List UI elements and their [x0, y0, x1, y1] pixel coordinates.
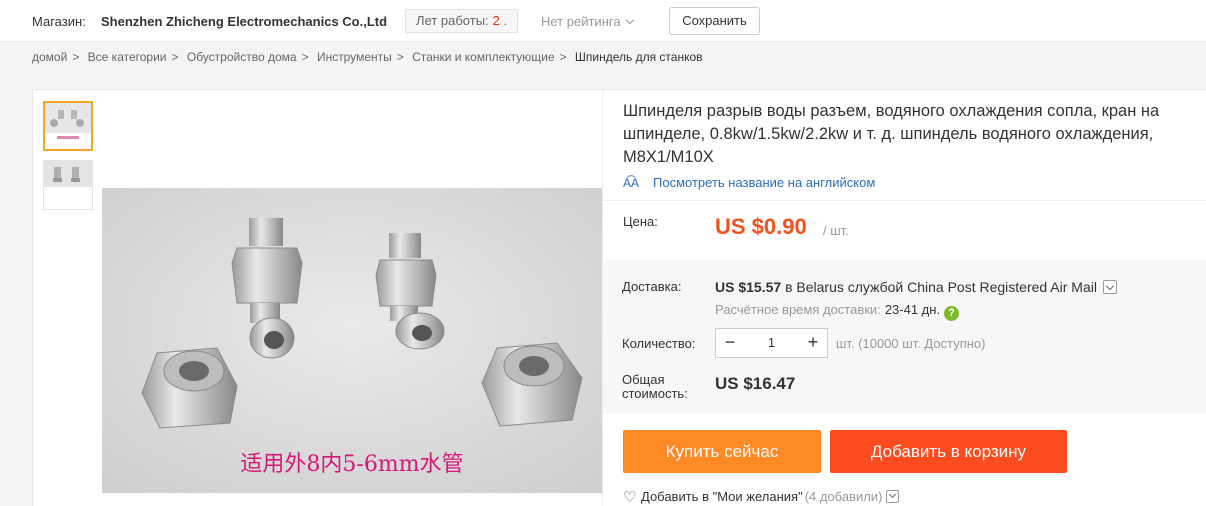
shipping-label: Доставка: [622, 279, 682, 294]
chevron-down-icon[interactable] [1102, 280, 1117, 294]
breadcrumb-current[interactable]: Шпиндель для станков [575, 50, 703, 64]
store-years-badge: Лет работы: 2 . [405, 9, 519, 33]
store-label: Магазин: [32, 14, 86, 29]
breadcrumb-separator: > [171, 50, 179, 64]
chevron-down-icon[interactable] [886, 490, 900, 503]
price-label: Цена: [623, 214, 658, 229]
breadcrumb: домой > Все категории > Обустройство дома >… [32, 50, 703, 64]
breadcrumb-home[interactable]: домой [32, 50, 67, 64]
price-row: Цена: US $0.90 / шт. [603, 200, 1206, 260]
product-main-image: 适用外8内5-6mm水管 [102, 188, 602, 493]
thumbnail-2-image [44, 161, 92, 209]
add-to-cart-button[interactable]: Добавить в корзину [830, 430, 1067, 473]
plus-icon[interactable]: + [799, 329, 827, 357]
quantity-input[interactable]: 1 [744, 329, 799, 357]
help-icon[interactable]: ? [944, 306, 960, 321]
total-label-line2: стоимость: [622, 386, 688, 401]
years-value: 2 . [492, 13, 508, 28]
save-store-button[interactable]: Сохранить [669, 7, 760, 35]
delivery-time: Расчётное время доставки: 23-41 дн.? [715, 302, 960, 321]
breadcrumb-separator: > [301, 50, 309, 64]
heart-icon: ♡ [623, 489, 637, 506]
total-label: Общая стоимость: [622, 373, 688, 401]
order-options: Доставка: US $15.57 в Belarus службой Ch… [603, 260, 1206, 414]
store-rating-dropdown[interactable]: Нет рейтинга [541, 14, 634, 29]
add-to-wishlist[interactable]: ♡ Добавить в "Мои желания" (4 добавили) [623, 488, 900, 506]
shipping-selector[interactable]: US $15.57 в Belarus службой China Post R… [715, 279, 1117, 295]
translate-title-link[interactable]: A͡A Посмотреть название на английском [623, 175, 875, 190]
breadcrumb-machine-tools[interactable]: Станки и комплектующие [412, 50, 554, 64]
shipping-description: в Belarus службой China Post Registered … [785, 279, 1097, 295]
product-panel: 适用外8内5-6mm水管 Шпинделя разрыв воды разъем… [32, 89, 1206, 506]
buy-now-button[interactable]: Купить сейчас [623, 430, 821, 473]
minus-icon[interactable]: − [716, 329, 744, 357]
translate-link-text: Посмотреть название на английском [653, 175, 876, 190]
thumbnail-1[interactable] [43, 101, 93, 151]
delivery-time-value: 23-41 дн. [884, 302, 941, 317]
wishlist-label: Добавить в "Мои желания" [641, 489, 803, 504]
breadcrumb-separator: > [396, 50, 404, 64]
thumbnail-1-image [45, 103, 91, 149]
product-title: Шпинделя разрыв воды разъем, водяного ох… [623, 102, 1160, 166]
store-bar: Магазин: Shenzhen Zhicheng Electromechan… [0, 0, 1206, 42]
total-value: US $16.47 [715, 374, 796, 393]
store-name-link[interactable]: Shenzhen Zhicheng Electromechanics Co.,L… [101, 14, 387, 29]
breadcrumb-separator: > [559, 50, 567, 64]
price-value: US $0.90 [715, 214, 807, 239]
price-unit: / шт. [823, 223, 849, 238]
breadcrumb-all-categories[interactable]: Все категории [88, 50, 167, 64]
shipping-cost: US $15.57 [715, 279, 782, 295]
rating-text: Нет рейтинга [541, 14, 621, 29]
wishlist-count: (4 добавили) [804, 489, 883, 504]
quantity-stepper: − 1 + [715, 328, 828, 358]
breadcrumb-tools[interactable]: Инструменты [317, 50, 392, 64]
thumbnail-2[interactable] [43, 160, 93, 210]
breadcrumb-home-improvement[interactable]: Обустройство дома [187, 50, 297, 64]
product-image-caption: 适用外8内5-6mm水管 [240, 452, 463, 477]
breadcrumb-separator: > [72, 50, 80, 64]
quantity-label: Количество: [622, 336, 696, 351]
quantity-availability: шт. (10000 шт. Доступно) [836, 336, 986, 351]
translate-icon: A͡A [623, 176, 640, 190]
chevron-down-icon [625, 15, 634, 25]
delivery-time-label: Расчётное время доставки: [715, 302, 881, 317]
total-label-line1: Общая [622, 372, 665, 387]
years-label: Лет работы: [416, 13, 489, 28]
